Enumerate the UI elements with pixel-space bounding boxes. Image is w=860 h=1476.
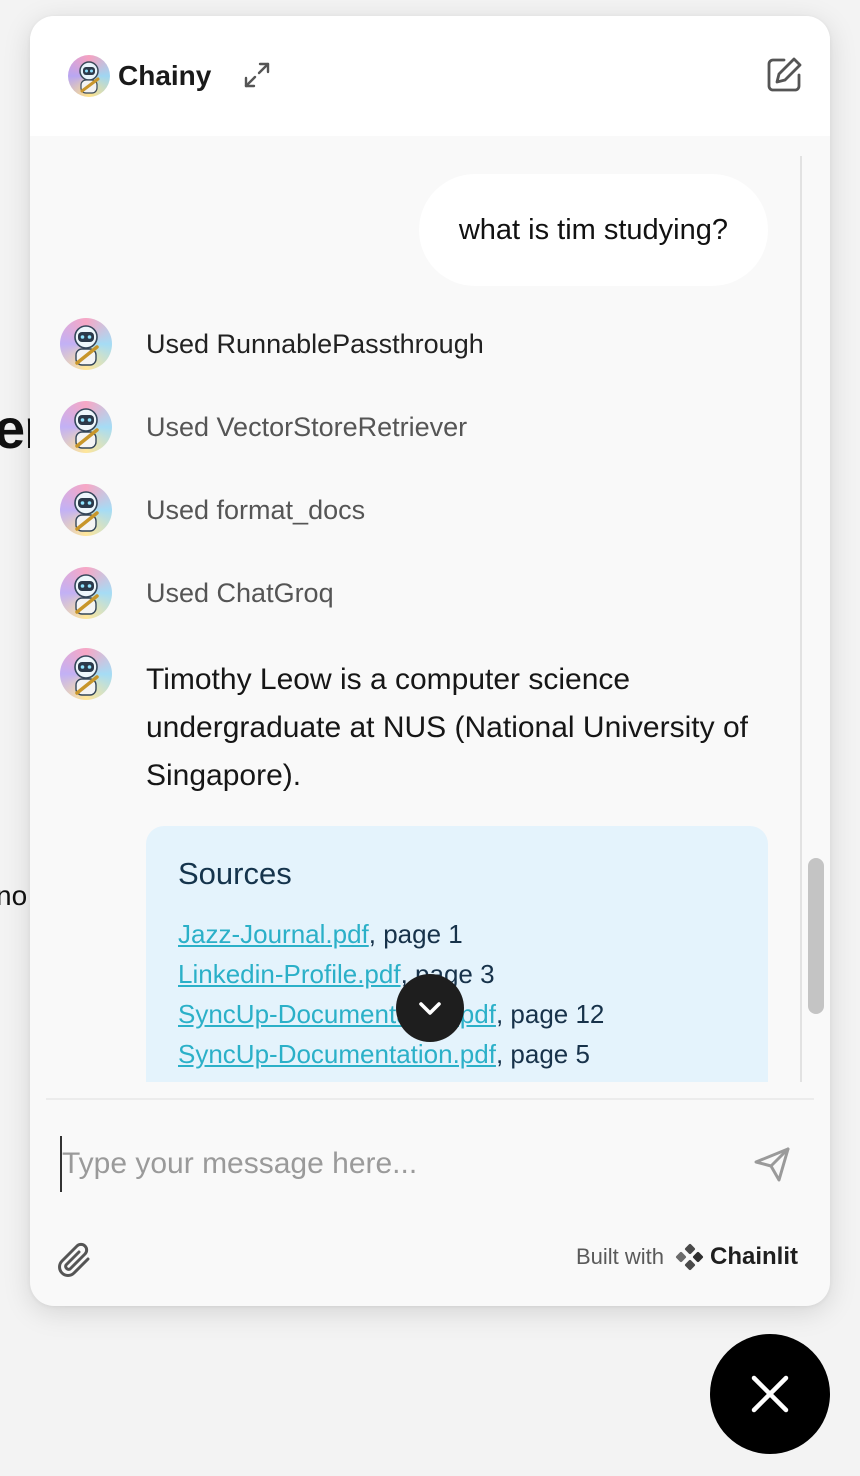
- app-name: Chainy: [118, 60, 212, 91]
- brand: Chainy: [68, 55, 211, 97]
- built-with-label: Built with: [575, 1244, 664, 1269]
- step-label: Used ChatGroq: [146, 577, 334, 608]
- background-text-fragment: no: [0, 880, 28, 911]
- step-chatgroq[interactable]: Used ChatGroq: [60, 567, 334, 619]
- assistant-avatar-icon: [60, 401, 112, 453]
- source-item: SyncUp-Documentation.pdf, page 5: [178, 1034, 604, 1074]
- step-runnable-passthrough[interactable]: Used RunnablePassthrough: [60, 318, 484, 370]
- source-page: , page 5: [495, 1039, 590, 1069]
- assistant-avatar-icon: [60, 318, 112, 370]
- message-input[interactable]: [60, 1136, 722, 1192]
- source-page: , page 1: [368, 919, 463, 949]
- scroll-track: [800, 156, 802, 1082]
- assistant-answer-text: Timothy Leow is a computer science under…: [146, 663, 748, 792]
- chainlit-wordmark: Chainlit: [710, 1243, 798, 1270]
- source-list: Jazz-Journal.pdf, page 1 Linkedin-Profil…: [178, 914, 611, 1082]
- sources-title: Sources: [178, 856, 292, 891]
- step-vectorstore-retriever[interactable]: Used VectorStoreRetriever: [60, 401, 467, 453]
- sources-panel: Sources Jazz-Journal.pdf, page 1 Linkedi…: [146, 826, 768, 1082]
- chainlit-logo-icon: [675, 1243, 704, 1271]
- source-page: , page 12: [495, 999, 605, 1029]
- composer-divider: [46, 1098, 814, 1100]
- composer: [60, 1136, 722, 1192]
- expand-icon[interactable]: [240, 58, 274, 92]
- source-link[interactable]: Linkedin-Profile.pdf: [178, 959, 401, 989]
- send-icon[interactable]: [752, 1144, 792, 1184]
- source-link[interactable]: SyncUp-Documentation.pdf: [178, 1039, 496, 1069]
- new-chat-icon[interactable]: [764, 55, 804, 95]
- source-item: SyncUp-Documentation.pdf, page 12: [178, 994, 604, 1034]
- user-message: what is tim studying?: [418, 174, 768, 286]
- step-label: Used VectorStoreRetriever: [146, 411, 468, 442]
- source-link-partial[interactable]: Timothy-Leow-Resume-Nov-2024.pdf: [178, 1074, 611, 1082]
- paperclip-icon[interactable]: [54, 1240, 96, 1282]
- chevron-down-icon: [419, 1002, 441, 1015]
- chainy-logo-icon: [68, 55, 110, 97]
- source-item: Linkedin-Profile.pdf, page 3: [178, 954, 604, 994]
- chat-widget: Chainy what is tim studying? Used Runnab…: [30, 16, 830, 1306]
- assistant-message: [60, 648, 112, 700]
- message-list[interactable]: what is tim studying? Used RunnablePasst…: [30, 136, 830, 1082]
- step-label: Used RunnablePassthrough: [146, 328, 484, 359]
- scrollbar-thumb[interactable]: [808, 858, 824, 1014]
- close-icon: [751, 1375, 789, 1413]
- source-item: Jazz-Journal.pdf, page 1: [178, 914, 604, 954]
- assistant-avatar-icon: [60, 484, 112, 536]
- source-link[interactable]: Jazz-Journal.pdf: [178, 919, 369, 949]
- step-format-docs[interactable]: Used format_docs: [60, 484, 365, 536]
- scroll-to-bottom-button[interactable]: [396, 974, 464, 1042]
- assistant-avatar-icon: [60, 567, 112, 619]
- close-chat-button[interactable]: [710, 1334, 830, 1454]
- step-label: Used format_docs: [146, 494, 366, 525]
- assistant-avatar-icon: [60, 648, 112, 700]
- chat-header: Chainy: [30, 16, 830, 136]
- built-with-chainlit[interactable]: Built with Chainlit: [576, 1242, 798, 1272]
